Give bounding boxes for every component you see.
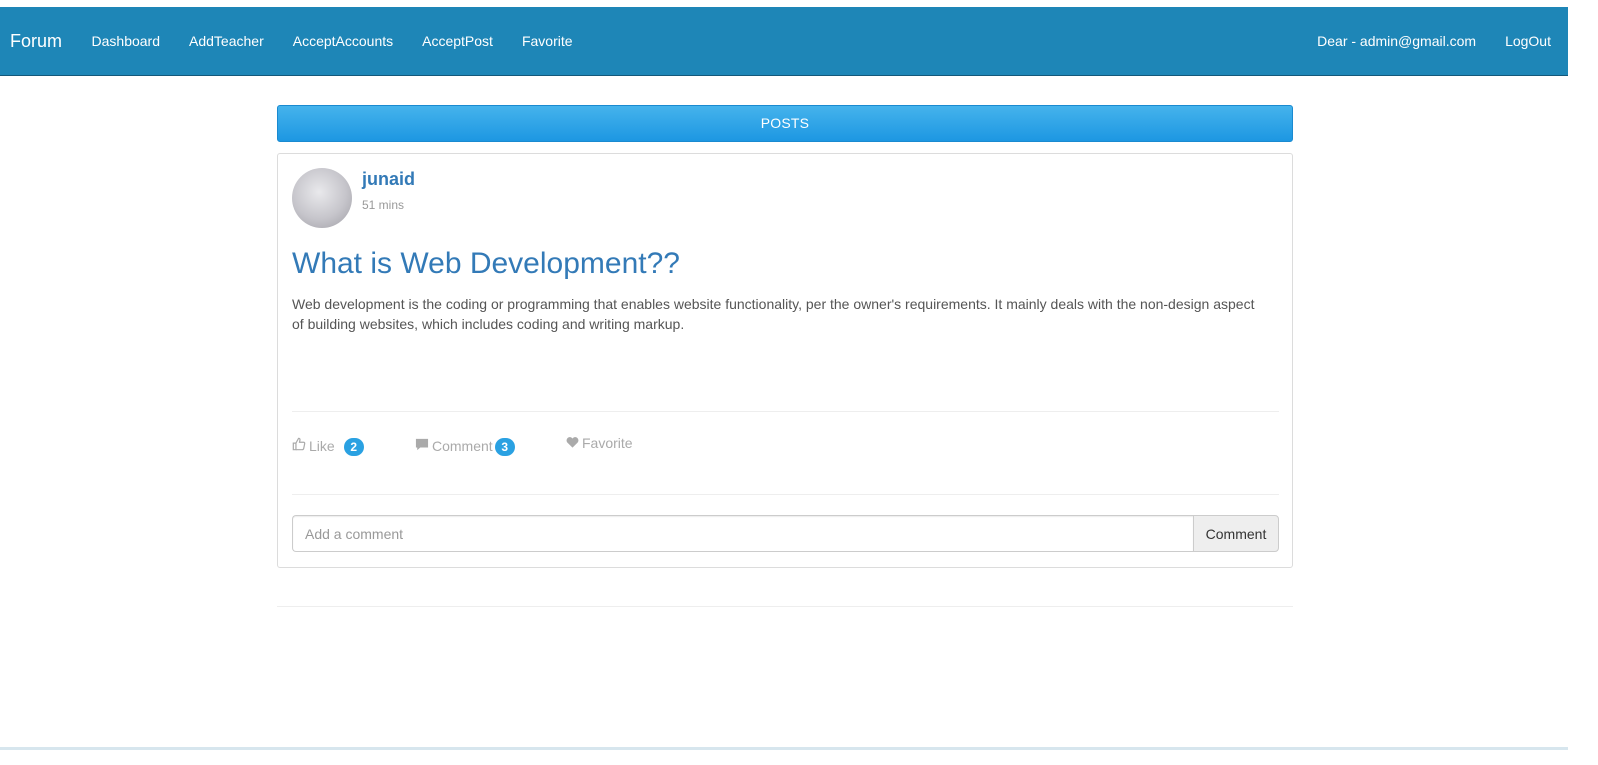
- top-navbar: Forum Dashboard AddTeacher AcceptAccount…: [0, 7, 1568, 76]
- favorite-button[interactable]: Favorite: [566, 435, 633, 451]
- thumbs-up-icon: [292, 437, 309, 454]
- post-time: 51 mins: [362, 198, 405, 212]
- favorite-label: Favorite: [582, 435, 633, 451]
- comment-action-button[interactable]: Comment 3: [415, 435, 515, 456]
- like-label: Like: [309, 437, 335, 454]
- divider: [292, 411, 1279, 412]
- nav-link-accept-accounts[interactable]: AcceptAccounts: [278, 33, 407, 49]
- user-greeting-link[interactable]: Dear - admin@gmail.com: [1288, 33, 1476, 49]
- comment-submit-button[interactable]: Comment: [1193, 515, 1279, 552]
- posts-header-bar: POSTS: [277, 105, 1293, 142]
- comment-label: Comment: [432, 437, 493, 454]
- comment-count-badge: 3: [494, 438, 515, 456]
- like-count-badge: 2: [343, 438, 364, 456]
- comment-input[interactable]: [292, 515, 1193, 552]
- page-bottom-edge: [0, 747, 1568, 750]
- nav-link-add-teacher[interactable]: AddTeacher: [175, 33, 279, 49]
- nav-right-group: Dear - admin@gmail.com LogOut: [1288, 33, 1568, 49]
- heart-icon: [566, 435, 582, 451]
- brand-link[interactable]: Forum: [10, 31, 62, 52]
- nav-link-dashboard[interactable]: Dashboard: [77, 33, 175, 49]
- nav-link-favorite[interactable]: Favorite: [507, 33, 587, 49]
- nav-link-accept-post[interactable]: AcceptPost: [408, 33, 508, 49]
- divider: [292, 494, 1279, 495]
- post-body: Web development is the coding or program…: [292, 296, 1255, 332]
- post-author[interactable]: junaid: [362, 169, 415, 190]
- avatar: [292, 168, 352, 228]
- divider: [277, 606, 1293, 607]
- post-title: What is Web Development??: [292, 247, 680, 280]
- logout-link[interactable]: LogOut: [1476, 33, 1568, 49]
- post-card: junaid 51 mins What is Web Development??…: [277, 153, 1293, 568]
- like-button[interactable]: Like 2: [292, 435, 364, 456]
- comment-icon: [415, 438, 432, 454]
- comment-form: Comment: [292, 515, 1279, 552]
